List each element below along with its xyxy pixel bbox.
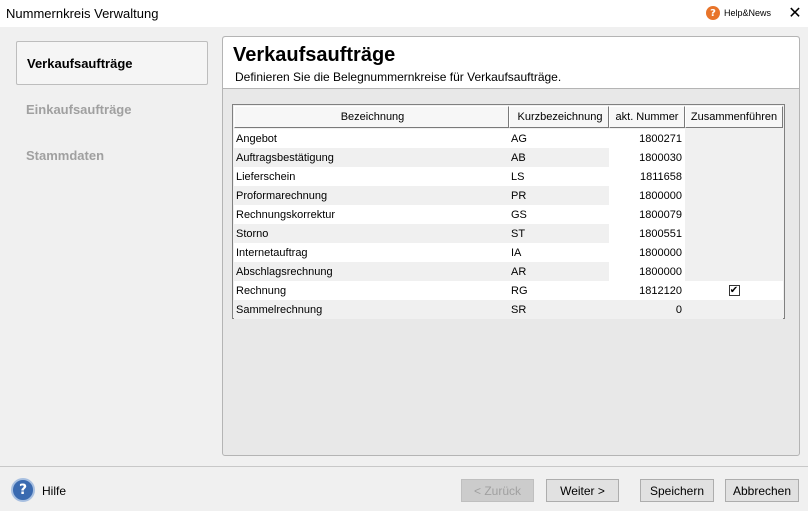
cell-bezeichnung[interactable]: Rechnung: [234, 281, 509, 300]
help-label[interactable]: Hilfe: [42, 484, 66, 498]
cell-kurzbezeichnung[interactable]: AB: [509, 148, 609, 167]
cell-kurzbezeichnung[interactable]: PR: [509, 186, 609, 205]
cell-kurzbezeichnung[interactable]: RG: [509, 281, 609, 300]
cell-bezeichnung[interactable]: Lieferschein: [234, 167, 509, 186]
close-icon[interactable]: ✕: [786, 4, 804, 22]
sidebar-item-einkaufsauftraege[interactable]: Einkaufsaufträge: [16, 87, 208, 131]
panel-header: Verkaufsaufträge Definieren Sie die Bele…: [223, 37, 799, 89]
column-header-akt-nummer[interactable]: akt. Nummer: [609, 106, 685, 128]
cell-zusammenfuehren[interactable]: [685, 224, 783, 243]
table-row[interactable]: Storno ST 1800551: [234, 224, 783, 243]
table-row[interactable]: Angebot AG 1800271: [234, 129, 783, 148]
number-range-table[interactable]: Bezeichnung Kurzbezeichnung akt. Nummer …: [232, 104, 785, 319]
cell-akt-nummer[interactable]: 1812120: [609, 281, 685, 300]
window-title: Nummernkreis Verwaltung: [6, 6, 159, 21]
cell-kurzbezeichnung[interactable]: LS: [509, 167, 609, 186]
cell-bezeichnung[interactable]: Storno: [234, 224, 509, 243]
cell-bezeichnung[interactable]: Proformarechnung: [234, 186, 509, 205]
help-news-icon: ?: [706, 6, 720, 20]
help-news-label: Help&News: [724, 8, 772, 18]
help-icon[interactable]: ?: [11, 478, 35, 502]
cell-akt-nummer[interactable]: 1800551: [609, 224, 685, 243]
next-button[interactable]: Weiter >: [546, 479, 619, 502]
cell-kurzbezeichnung[interactable]: SR: [509, 300, 609, 319]
cell-zusammenfuehren[interactable]: ✔: [685, 281, 783, 300]
cell-akt-nummer[interactable]: 1800271: [609, 129, 685, 148]
table-row[interactable]: Auftragsbestätigung AB 1800030: [234, 148, 783, 167]
sidebar-item-stammdaten[interactable]: Stammdaten: [16, 133, 208, 177]
help-news-link[interactable]: ? Help&News: [706, 5, 771, 21]
cell-bezeichnung[interactable]: Rechnungskorrektur: [234, 205, 509, 224]
cell-akt-nummer[interactable]: 1800000: [609, 186, 685, 205]
cell-zusammenfuehren[interactable]: [685, 167, 783, 186]
back-button[interactable]: < Zurück: [461, 479, 534, 502]
sidebar-item-label: Stammdaten: [26, 147, 105, 163]
table-row[interactable]: Sammelrechnung SR 0: [234, 300, 783, 319]
cell-bezeichnung[interactable]: Internetauftrag: [234, 243, 509, 262]
footer-divider: [0, 466, 808, 467]
cell-kurzbezeichnung[interactable]: AR: [509, 262, 609, 281]
sidebar-item-label: Verkaufsaufträge: [27, 55, 133, 71]
cell-zusammenfuehren[interactable]: [685, 129, 783, 148]
cell-akt-nummer[interactable]: 0: [609, 300, 685, 319]
merge-checkbox[interactable]: ✔: [728, 284, 740, 296]
page-title: Verkaufsaufträge: [233, 44, 396, 66]
table-row[interactable]: Lieferschein LS 1811658: [234, 167, 783, 186]
column-header-zusammenfuehren[interactable]: Zusammenführen: [685, 106, 783, 128]
table-row[interactable]: Internetauftrag IA 1800000: [234, 243, 783, 262]
cell-bezeichnung[interactable]: Angebot: [234, 129, 509, 148]
cell-akt-nummer[interactable]: 1800079: [609, 205, 685, 224]
cell-akt-nummer[interactable]: 1800000: [609, 262, 685, 281]
cell-zusammenfuehren[interactable]: [685, 205, 783, 224]
cell-kurzbezeichnung[interactable]: ST: [509, 224, 609, 243]
cell-akt-nummer[interactable]: 1800000: [609, 243, 685, 262]
cell-zusammenfuehren[interactable]: [685, 186, 783, 205]
table-row[interactable]: Abschlagsrechnung AR 1800000: [234, 262, 783, 281]
sidebar-item-verkaufsauftraege[interactable]: Verkaufsaufträge: [16, 41, 208, 85]
table-row[interactable]: Rechnung RG 1812120 ✔: [234, 281, 783, 300]
column-header-bezeichnung[interactable]: Bezeichnung: [234, 106, 509, 128]
checkmark-icon: ✔: [729, 284, 739, 296]
cell-zusammenfuehren[interactable]: [685, 300, 783, 319]
cell-zusammenfuehren[interactable]: [685, 262, 783, 281]
column-header-kurzbezeichnung[interactable]: Kurzbezeichnung: [509, 106, 609, 128]
cell-bezeichnung[interactable]: Abschlagsrechnung: [234, 262, 509, 281]
cell-akt-nummer[interactable]: 1811658: [609, 167, 685, 186]
table-row[interactable]: Proformarechnung PR 1800000: [234, 186, 783, 205]
cell-akt-nummer[interactable]: 1800030: [609, 148, 685, 167]
table-row[interactable]: Rechnungskorrektur GS 1800079: [234, 205, 783, 224]
cell-kurzbezeichnung[interactable]: IA: [509, 243, 609, 262]
sidebar-item-label: Einkaufsaufträge: [26, 101, 132, 117]
table-header: Bezeichnung Kurzbezeichnung akt. Nummer …: [234, 106, 783, 128]
page-subtitle: Definieren Sie die Belegnummernkreise fü…: [235, 70, 562, 84]
cell-kurzbezeichnung[interactable]: AG: [509, 129, 609, 148]
save-button[interactable]: Speichern: [640, 479, 714, 502]
cell-zusammenfuehren[interactable]: [685, 243, 783, 262]
cell-bezeichnung[interactable]: Sammelrechnung: [234, 300, 509, 319]
cell-kurzbezeichnung[interactable]: GS: [509, 205, 609, 224]
cell-bezeichnung[interactable]: Auftragsbestätigung: [234, 148, 509, 167]
title-bar: Nummernkreis Verwaltung ? Help&News ✕: [0, 0, 808, 27]
cancel-button[interactable]: Abbrechen: [725, 479, 799, 502]
cell-zusammenfuehren[interactable]: [685, 148, 783, 167]
